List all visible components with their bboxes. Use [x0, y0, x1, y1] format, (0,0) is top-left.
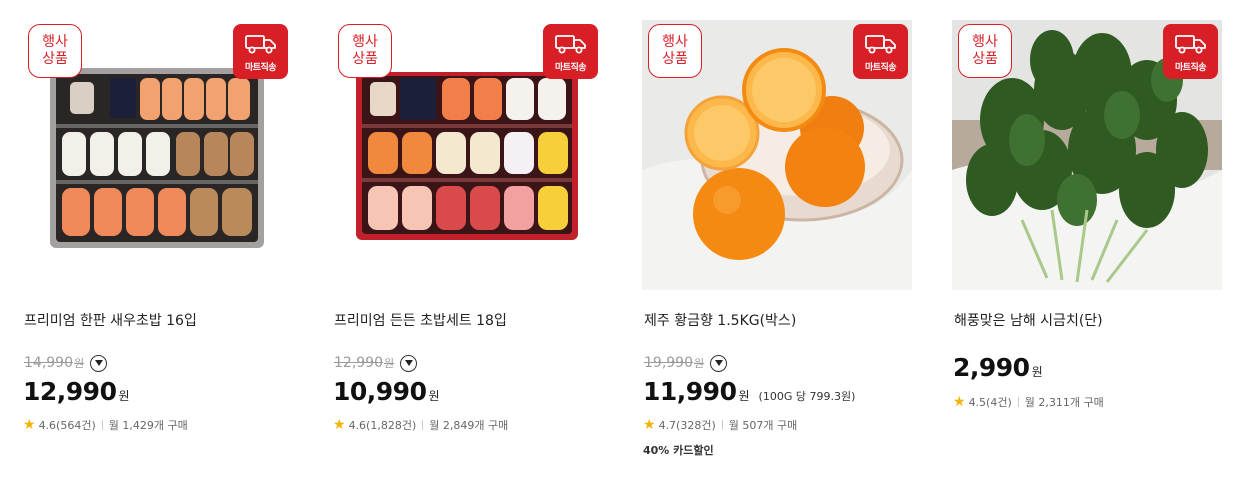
delivery-truck-icon [555, 35, 586, 54]
triangle-down-icon [404, 360, 413, 366]
product-card-shrimp-sushi[interactable]: 행사 상품 마트직송 프리미엄 한판 새우초밥 16입 14,990 원 12,… [22, 20, 292, 470]
divider [422, 420, 424, 430]
event-badge-line1: 행사 [662, 34, 688, 50]
original-price-currency: 원 [74, 357, 85, 370]
sale-price: 10,990 [333, 377, 427, 406]
star-icon: ★ [643, 417, 656, 433]
event-product-badge: 행사 상품 [648, 24, 702, 78]
product-title[interactable]: 제주 황금향 1.5KG(박스) [644, 310, 796, 330]
original-price: 19,990 [644, 355, 693, 371]
sale-price-currency: 원 [118, 389, 130, 403]
review-meta: ★ 4.7(328건) 월 507개 구매 [643, 417, 797, 433]
rating-text: 4.7(328건) [658, 419, 716, 432]
star-icon: ★ [23, 417, 36, 433]
star-icon: ★ [953, 394, 966, 410]
review-meta: ★ 4.6(564건) 월 1,429개 구매 [23, 417, 188, 433]
product-image-orange[interactable]: 행사 상품 마트직송 [642, 20, 912, 290]
monthly-purchases: 월 2,311개 구매 [1024, 396, 1104, 409]
original-price-row: 12,990 원 [334, 354, 418, 372]
mart-delivery-badge: 마트직송 [853, 24, 908, 79]
unit-price: (100G 당 799.3원) [758, 390, 856, 403]
event-badge-line1: 행사 [972, 34, 998, 50]
event-badge-line2: 상품 [972, 51, 998, 67]
product-card-sushi-set[interactable]: 행사 상품 마트직송 프리미엄 든든 초밥세트 18입 12,990 원 10,… [332, 20, 602, 470]
product-title[interactable]: 프리미엄 든든 초밥세트 18입 [334, 310, 507, 330]
product-card-hallabong-orange[interactable]: 행사 상품 마트직송 제주 황금향 1.5KG(박스) 19,990 원 11,… [642, 20, 912, 470]
mart-delivery-badge: 마트직송 [233, 24, 288, 79]
event-product-badge: 행사 상품 [338, 24, 392, 78]
event-badge-line2: 상품 [662, 51, 688, 67]
product-image-shrimp-sushi[interactable]: 행사 상품 마트직송 [22, 20, 292, 290]
triangle-down-icon [94, 360, 103, 366]
delivery-truck-icon [245, 35, 276, 54]
price-detail-toggle-button[interactable] [710, 354, 728, 372]
monthly-purchases: 월 507개 구매 [728, 419, 798, 432]
mart-delivery-label: 마트직송 [554, 63, 587, 73]
sale-price-currency: 원 [1031, 365, 1043, 379]
sale-price: 12,990 [23, 377, 117, 406]
rating-text: 4.5(4건) [968, 396, 1012, 409]
divider [721, 420, 723, 430]
star-icon: ★ [333, 417, 346, 433]
divider [101, 420, 103, 430]
rating-text: 4.6(564건) [38, 419, 96, 432]
original-price-currency: 원 [694, 357, 705, 370]
event-product-badge: 행사 상품 [28, 24, 82, 78]
price-detail-toggle-button[interactable] [400, 354, 418, 372]
event-badge-line2: 상품 [42, 51, 68, 67]
mart-delivery-label: 마트직송 [1174, 63, 1207, 73]
sale-price: 2,990 [953, 353, 1030, 382]
sale-price-row: 12,990 원 [23, 377, 130, 406]
mart-delivery-badge: 마트직송 [543, 24, 598, 79]
event-badge-line2: 상품 [352, 51, 378, 67]
monthly-purchases: 월 2,849개 구매 [429, 419, 509, 432]
sale-price-row: 10,990 원 [333, 377, 440, 406]
original-price: 12,990 [334, 355, 383, 371]
review-meta: ★ 4.6(1,828건) 월 2,849개 구매 [333, 417, 508, 433]
product-card-spinach[interactable]: 행사 상품 마트직송 해풍맞은 남해 시금치(단) 2,990 원 ★ 4.5(… [952, 20, 1222, 470]
original-price: 14,990 [24, 355, 73, 371]
mart-delivery-label: 마트직송 [244, 63, 277, 73]
sale-price-row: 11,990 원 (100G 당 799.3원) [643, 377, 855, 406]
mart-delivery-label: 마트직송 [864, 63, 897, 73]
delivery-truck-icon [865, 35, 896, 54]
monthly-purchases: 월 1,429개 구매 [108, 419, 188, 432]
event-product-badge: 행사 상품 [958, 24, 1012, 78]
review-meta: ★ 4.5(4건) 월 2,311개 구매 [953, 394, 1104, 410]
original-price-row: 14,990 원 [24, 354, 108, 372]
sale-price-currency: 원 [738, 389, 750, 403]
sale-price-row: 2,990 원 [953, 353, 1043, 382]
divider [1017, 397, 1019, 407]
rating-text: 4.6(1,828건) [348, 419, 417, 432]
event-badge-line1: 행사 [42, 34, 68, 50]
delivery-truck-icon [1175, 35, 1206, 54]
product-image-spinach[interactable]: 행사 상품 마트직송 [952, 20, 1222, 290]
card-discount-label: 40% 카드할인 [643, 444, 714, 457]
original-price-row: 19,990 원 [644, 354, 728, 372]
price-detail-toggle-button[interactable] [90, 354, 108, 372]
sale-price-currency: 원 [428, 389, 440, 403]
triangle-down-icon [714, 360, 723, 366]
product-title[interactable]: 프리미엄 한판 새우초밥 16입 [24, 310, 197, 330]
sale-price: 11,990 [643, 377, 737, 406]
event-badge-line1: 행사 [352, 34, 378, 50]
mart-delivery-badge: 마트직송 [1163, 24, 1218, 79]
product-title[interactable]: 해풍맞은 남해 시금치(단) [954, 310, 1103, 330]
product-image-sushi-set[interactable]: 행사 상품 마트직송 [332, 20, 602, 290]
original-price-currency: 원 [384, 357, 395, 370]
